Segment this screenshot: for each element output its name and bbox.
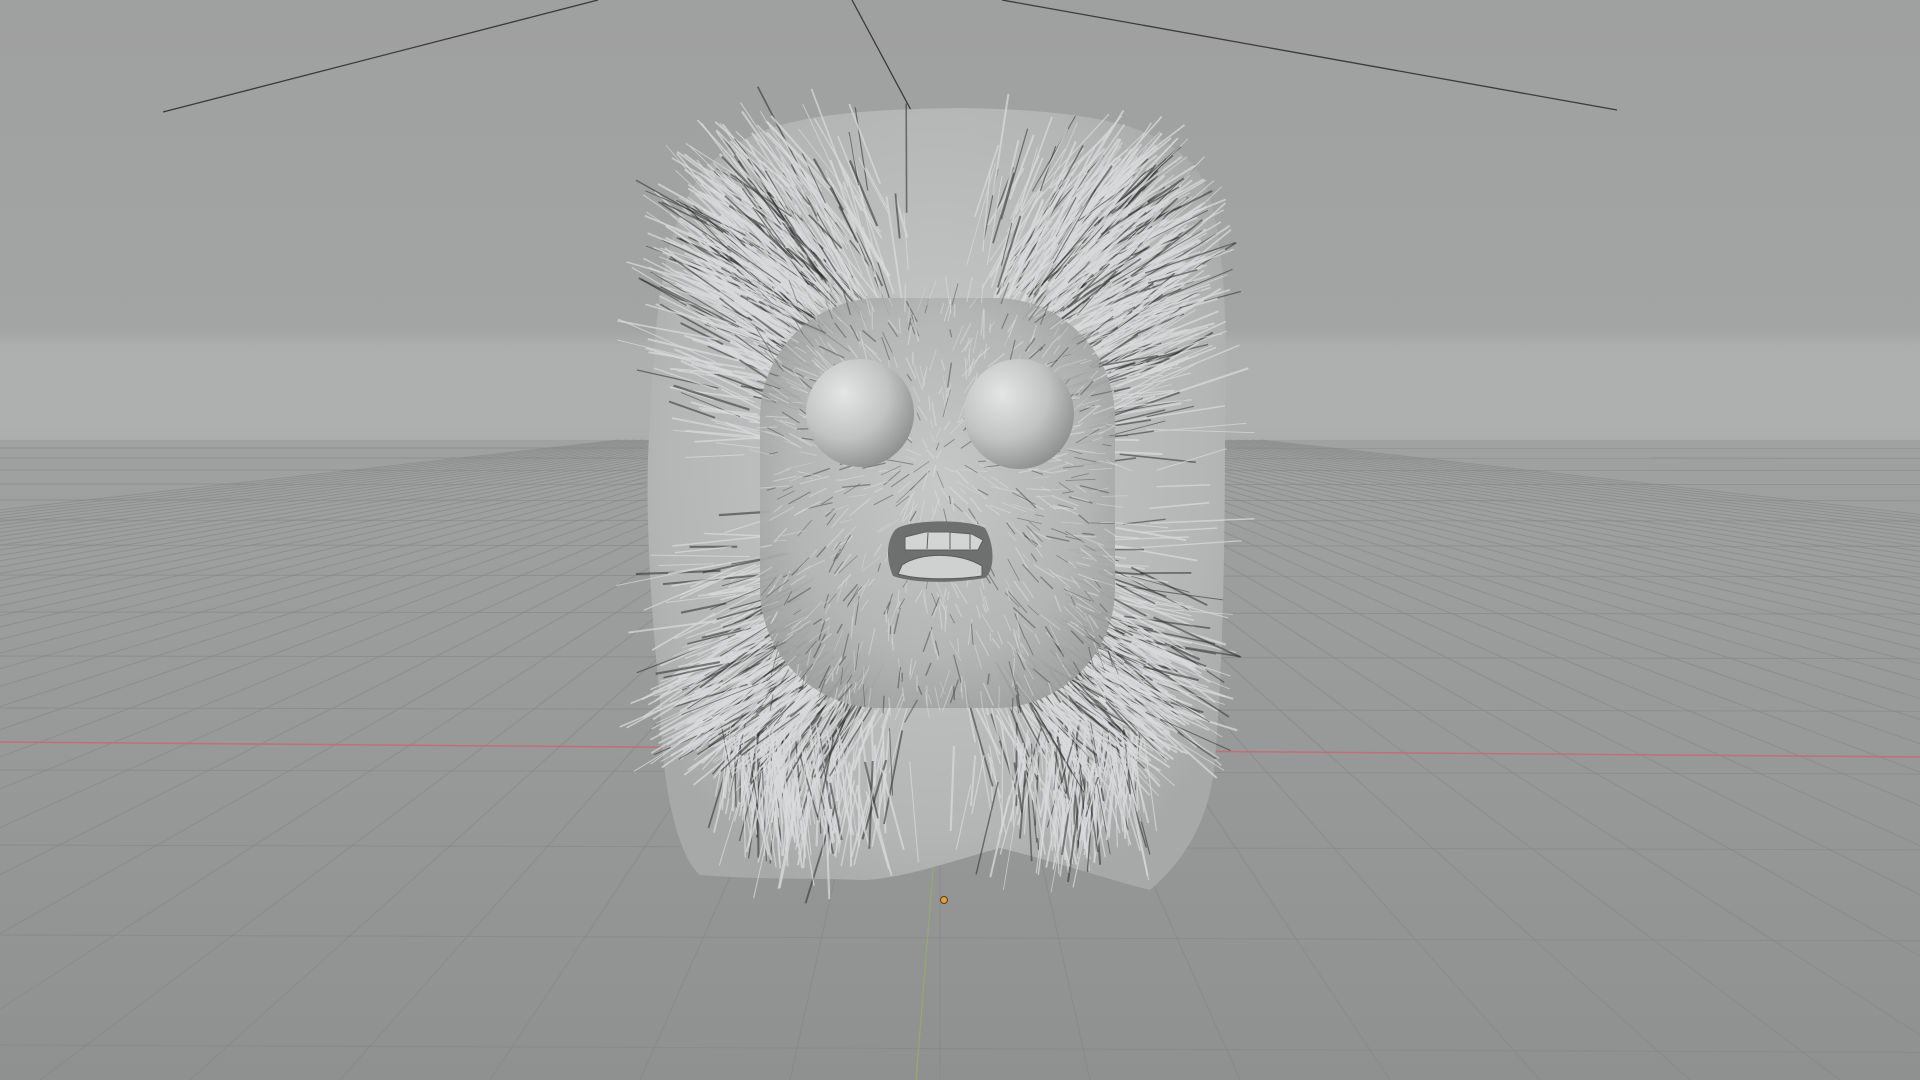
fur-strand: [891, 639, 894, 651]
right-eye[interactable]: [964, 359, 1074, 469]
wire-line-right: [1001, 0, 1618, 111]
fur-strand: [904, 283, 907, 312]
wire-line-center: [851, 0, 913, 113]
fur-strand: [1012, 780, 1015, 827]
fur-creature[interactable]: [615, 86, 1255, 904]
object-origin-icon[interactable]: [940, 896, 948, 904]
fur-strand: [1011, 697, 1014, 712]
left-eye[interactable]: [806, 359, 914, 467]
mouth: [887, 521, 993, 582]
fur-strand: [1086, 405, 1101, 408]
fur-strand: [882, 695, 885, 714]
fur-strand: [989, 633, 992, 642]
fur-strand: [885, 608, 888, 623]
fur-strand: [857, 747, 861, 847]
3d-viewport[interactable]: [0, 0, 1920, 1080]
fur-strand: [989, 323, 992, 333]
viewport-scene[interactable]: [0, 0, 1920, 1080]
fur-strand: [788, 723, 791, 768]
fur-strand: [897, 589, 900, 611]
wire-line-left: [162, 0, 599, 113]
fur-strand: [960, 676, 963, 692]
